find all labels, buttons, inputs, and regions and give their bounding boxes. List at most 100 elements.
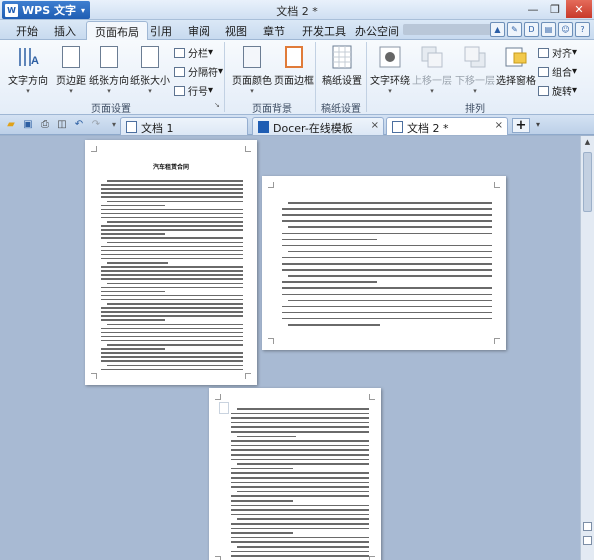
text-line: [231, 454, 369, 456]
tab-insert[interactable]: 插入: [54, 23, 76, 39]
page-view-icon[interactable]: [583, 536, 592, 545]
chevron-down-icon: ▾: [26, 87, 30, 95]
tab-home[interactable]: 开始: [16, 23, 38, 39]
close-tab-icon[interactable]: ×: [495, 120, 503, 131]
rotate-icon: [538, 85, 549, 96]
columns-icon: [174, 47, 185, 58]
breaks-button[interactable]: 分隔符 ▾: [174, 64, 223, 79]
margins-button[interactable]: 页边距 ▾: [56, 44, 86, 95]
docer-icon[interactable]: D: [524, 22, 539, 37]
paper-size-button[interactable]: 纸张大小 ▾: [130, 44, 170, 95]
text-line: [231, 486, 369, 488]
close-tab-icon[interactable]: ×: [371, 120, 379, 131]
document-workspace[interactable]: 汽车租赁合同: [0, 136, 580, 560]
tab-docer-templates[interactable]: Docer-在线模板 ×: [252, 117, 384, 135]
text-line: [231, 458, 369, 461]
new-tab-button[interactable]: +: [512, 118, 530, 133]
tab-review[interactable]: 审阅: [188, 23, 210, 39]
text-line: [101, 229, 243, 231]
line-numbers-button[interactable]: 行号 ▾: [174, 83, 213, 98]
tab-developer[interactable]: 开发工具: [302, 23, 346, 39]
text-line: [107, 180, 243, 182]
chevron-down-icon: ▾: [250, 87, 254, 95]
chevron-down-icon: ▾: [148, 87, 152, 95]
margins-icon: [58, 44, 84, 70]
document-page-1[interactable]: 汽车租赁合同: [85, 140, 257, 385]
document-heading: 汽车租赁合同: [152, 164, 189, 171]
text-line: [231, 421, 369, 424]
text-line: [282, 305, 492, 308]
text-line: [231, 509, 369, 511]
document-page-3[interactable]: [209, 388, 381, 560]
text-line: [231, 431, 369, 433]
line-numbers-icon: [174, 85, 185, 96]
dialog-launcher-icon[interactable]: ↘: [214, 101, 220, 109]
orientation-button[interactable]: 纸张方向 ▾: [89, 44, 129, 95]
text-line: [101, 339, 243, 342]
text-direction-icon: A: [15, 44, 41, 70]
text-line: [282, 293, 492, 295]
send-backward-button[interactable]: 下移一层 ▾: [455, 44, 495, 95]
bring-forward-icon: [419, 44, 445, 70]
tab-office-space[interactable]: 办公空间: [355, 23, 399, 39]
text-line: [282, 287, 492, 289]
page-border-icon: [281, 44, 307, 70]
print-icon[interactable]: ⎙: [39, 119, 51, 131]
align-button[interactable]: 对齐 ▾: [538, 45, 577, 60]
group-label-page-background: 页面背景: [252, 104, 292, 115]
minimize-button[interactable]: —: [522, 0, 544, 18]
layout-icon[interactable]: ▤: [541, 22, 556, 37]
tab-chapter[interactable]: 章节: [263, 23, 285, 39]
text-direction-button[interactable]: A 文字方向 ▾: [8, 44, 48, 95]
maximize-button[interactable]: ❐: [544, 0, 566, 18]
text-line: [282, 311, 492, 314]
selection-pane-button[interactable]: 选择窗格: [496, 44, 536, 87]
text-line: [107, 282, 243, 284]
scroll-thumb[interactable]: [583, 152, 592, 212]
undo-icon[interactable]: ↶: [73, 119, 85, 131]
user-icon[interactable]: ☺: [558, 22, 573, 37]
text-line: [101, 360, 243, 362]
scroll-up-icon[interactable]: ▲: [581, 136, 594, 149]
margin-corner-mark: [268, 182, 274, 188]
tab-list-icon[interactable]: ▾: [532, 119, 544, 131]
page-color-button[interactable]: 页面颜色 ▾: [232, 44, 272, 95]
text-line: [237, 463, 369, 465]
align-icon: [538, 47, 549, 58]
help-icon[interactable]: ?: [575, 22, 590, 37]
group-label-page-setup: 页面设置: [91, 104, 131, 115]
chevron-down-icon: ▾: [107, 87, 111, 95]
margin-corner-mark: [494, 182, 500, 188]
text-line: [107, 364, 243, 366]
page-border-button[interactable]: 页面边框: [274, 44, 314, 87]
vertical-scrollbar[interactable]: ▲: [580, 136, 594, 560]
text-line: [101, 352, 243, 354]
customize-toolbar-icon[interactable]: ▾: [108, 119, 120, 131]
open-folder-icon[interactable]: ▰: [5, 119, 17, 131]
tab-document-1[interactable]: 文档 1: [120, 117, 248, 135]
rotate-button[interactable]: 旋转 ▾: [538, 83, 577, 98]
tab-references[interactable]: 引用: [150, 23, 172, 39]
text-wrap-button[interactable]: 文字环绕 ▾: [370, 44, 410, 95]
columns-button[interactable]: 分栏 ▾: [174, 45, 213, 60]
document-page-2[interactable]: [262, 176, 506, 350]
chevron-up-icon[interactable]: ▲: [490, 22, 505, 37]
redo-icon[interactable]: ↷: [90, 119, 102, 131]
text-line: [237, 408, 369, 410]
tab-document-2[interactable]: 文档 2 * ×: [386, 117, 508, 135]
save-icon[interactable]: ▣: [22, 119, 34, 131]
text-line: [101, 245, 243, 248]
text-line: [231, 440, 369, 442]
text-line: [107, 344, 243, 346]
tab-page-layout[interactable]: 页面布局: [86, 21, 148, 41]
group-button[interactable]: 组合 ▾: [538, 64, 577, 79]
bring-forward-button[interactable]: 上移一层 ▾: [412, 44, 452, 95]
text-line: [282, 263, 492, 265]
tab-view[interactable]: 视图: [225, 23, 247, 39]
close-window-button[interactable]: ✕: [566, 0, 592, 18]
print-preview-icon[interactable]: ◫: [56, 119, 68, 131]
page-view-icon[interactable]: [583, 522, 592, 531]
skin-icon[interactable]: ✎: [507, 22, 522, 37]
manuscript-settings-button[interactable]: 稿纸设置: [322, 44, 362, 87]
text-line: [231, 527, 369, 530]
